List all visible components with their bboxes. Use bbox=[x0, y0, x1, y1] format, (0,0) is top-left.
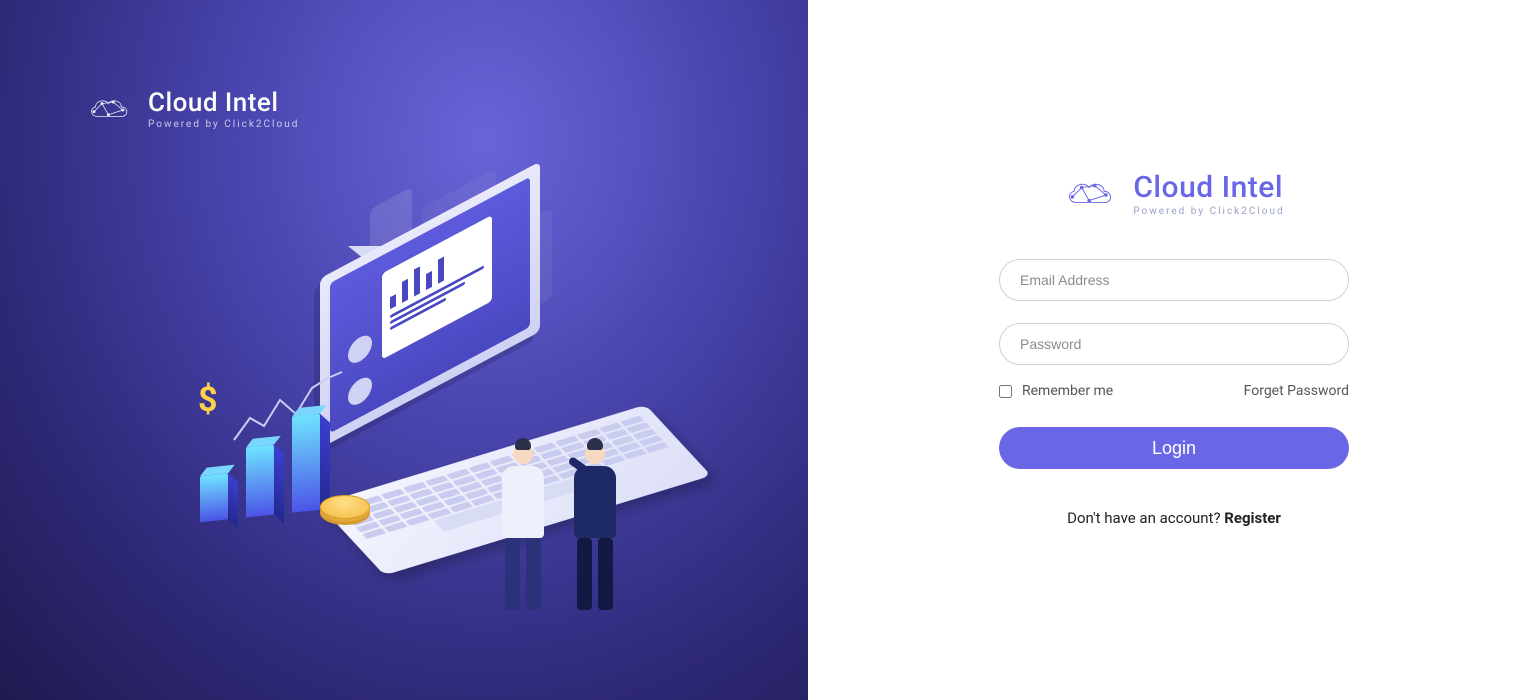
remember-me-checkbox[interactable] bbox=[999, 385, 1012, 398]
cloud-network-icon bbox=[86, 92, 134, 128]
person-icon bbox=[574, 444, 616, 610]
coin-stack-icon bbox=[320, 495, 370, 519]
brand-logo-right: Cloud Intel Powered by Click2Cloud bbox=[1063, 173, 1284, 217]
login-panel: Cloud Intel Powered by Click2Cloud Remem… bbox=[808, 0, 1540, 700]
person-icon bbox=[502, 444, 544, 610]
brand-subtitle-left: Powered by Click2Cloud bbox=[148, 120, 299, 130]
brand-logo-left: Cloud Intel Powered by Click2Cloud bbox=[86, 90, 299, 130]
laptop-screen-icon bbox=[320, 162, 540, 449]
login-form: Remember me Forget Password Login Don't … bbox=[999, 259, 1349, 527]
dollar-sign-icon: $ bbox=[198, 380, 218, 420]
remember-me[interactable]: Remember me bbox=[999, 383, 1113, 399]
laptop-keyboard-icon bbox=[319, 405, 711, 576]
bg-card-icon bbox=[422, 168, 496, 335]
forgot-password-link[interactable]: Forget Password bbox=[1244, 383, 1349, 399]
brand-title-right: Cloud Intel bbox=[1133, 173, 1284, 203]
bg-card-icon bbox=[506, 208, 552, 322]
sparkline-icon bbox=[230, 370, 350, 450]
register-line: Don't have an account? Register bbox=[999, 509, 1349, 527]
triangle-icon bbox=[348, 268, 392, 286]
email-field[interactable] bbox=[999, 259, 1349, 301]
register-prompt: Don't have an account? bbox=[1067, 509, 1224, 527]
bg-card-icon bbox=[370, 187, 412, 319]
cloud-network-icon bbox=[1063, 174, 1119, 216]
remember-me-label: Remember me bbox=[1022, 383, 1113, 399]
login-button[interactable]: Login bbox=[999, 427, 1349, 469]
hero-illustration: $ bbox=[170, 190, 690, 620]
bar-chart-icon bbox=[200, 414, 320, 523]
triangle-icon bbox=[348, 246, 392, 264]
password-field[interactable] bbox=[999, 323, 1349, 365]
brand-subtitle-right: Powered by Click2Cloud bbox=[1133, 207, 1284, 217]
chart-card-icon bbox=[382, 215, 492, 359]
avatar-icon bbox=[348, 373, 372, 410]
register-link[interactable]: Register bbox=[1224, 509, 1281, 527]
hero-panel: Cloud Intel Powered by Click2Cloud bbox=[0, 0, 808, 700]
brand-title-left: Cloud Intel bbox=[148, 90, 299, 116]
avatar-icon bbox=[348, 331, 372, 368]
